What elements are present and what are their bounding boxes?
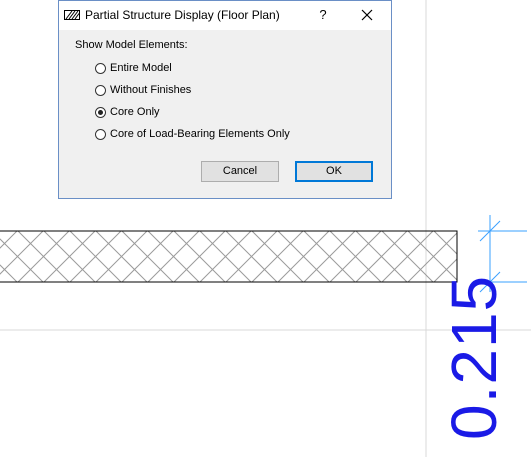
radio-label: Without Finishes (110, 84, 192, 96)
radio-entire-model[interactable]: Entire Model (95, 60, 172, 76)
radio-button[interactable] (95, 84, 106, 96)
cancel-button[interactable]: Cancel (201, 161, 279, 182)
radio-core-load-bearing[interactable]: Core of Load-Bearing Elements Only (95, 126, 290, 142)
show-model-elements-label: Show Model Elements: (75, 39, 188, 51)
radio-button[interactable] (95, 62, 106, 74)
radio-label: Entire Model (110, 62, 172, 74)
dialog-title: Partial Structure Display (Floor Plan) (85, 8, 280, 22)
radio-label: Core of Load-Bearing Elements Only (110, 128, 290, 140)
radio-core-only[interactable]: Core Only (95, 104, 160, 120)
partial-structure-icon (64, 10, 80, 20)
dialog-titlebar[interactable]: Partial Structure Display (Floor Plan) ? (59, 1, 391, 30)
ok-button[interactable]: OK (295, 161, 373, 182)
dimension-value-text[interactable]: 0.215 (438, 275, 510, 440)
radio-button[interactable] (95, 128, 106, 140)
radio-without-finishes[interactable]: Without Finishes (95, 82, 191, 98)
radio-label: Core Only (110, 106, 160, 118)
help-button[interactable]: ? (313, 5, 333, 25)
close-button[interactable] (355, 5, 379, 25)
wall-outline (0, 230, 458, 283)
close-icon (361, 9, 373, 21)
partial-structure-dialog: Partial Structure Display (Floor Plan) ?… (58, 0, 392, 199)
radio-button[interactable] (95, 106, 106, 118)
